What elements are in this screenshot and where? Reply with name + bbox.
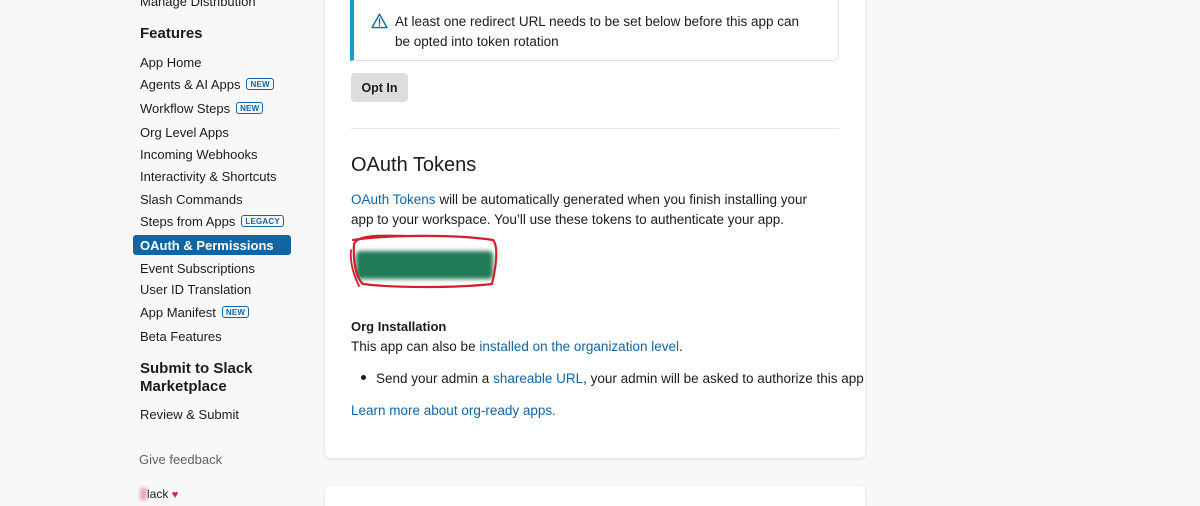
sidebar-item-label: App Home: [140, 54, 202, 70]
sidebar-item-label: OAuth & Permissions: [140, 237, 274, 253]
list-item: Send your admin a shareable URL, your ad…: [361, 370, 864, 388]
sidebar-item-review-submit[interactable]: Review & Submit: [133, 404, 291, 424]
bullet-icon: [361, 375, 366, 380]
shareable-url-link[interactable]: shareable URL: [493, 371, 583, 386]
oauth-tokens-link[interactable]: OAuth Tokens: [351, 192, 436, 207]
heart-icon: ♥: [171, 489, 179, 501]
sidebar-item-incoming-webhooks[interactable]: Incoming Webhooks: [133, 144, 291, 164]
org-installation-title: Org Installation: [351, 319, 447, 334]
sidebar-item-app-manifest[interactable]: App Manifest NEW: [133, 302, 291, 322]
sidebar-item-label: Org Level Apps: [140, 124, 229, 140]
sidebar-item-label: Beta Features: [140, 328, 222, 344]
give-feedback-link[interactable]: Give feedback: [139, 452, 222, 467]
sidebar-item-label: App Manifest: [140, 304, 216, 320]
learn-more-link[interactable]: Learn more about org-ready apps.: [351, 402, 556, 420]
red-annotation-scribble: [349, 234, 498, 289]
sidebar-item-beta-features[interactable]: Beta Features: [133, 326, 291, 346]
sidebar-item-label: Event Subscriptions: [140, 260, 255, 276]
org-installation-description: This app can also be installed on the or…: [351, 338, 683, 356]
sidebar-item-org-level-apps[interactable]: Org Level Apps: [133, 122, 291, 142]
new-badge: NEW: [221, 306, 250, 318]
sidebar-item-label: Interactivity & Shortcuts: [140, 168, 277, 184]
sidebar-item-workflow-steps[interactable]: Workflow Steps NEW: [133, 98, 291, 118]
slack-footer-text: lack: [147, 487, 169, 501]
alert-text: At least one redirect URL needs to be se…: [395, 14, 799, 49]
sidebar-item-label: Slash Commands: [140, 191, 243, 207]
sidebar-item-user-id-translation[interactable]: User ID Translation: [133, 279, 291, 299]
org-desc-text: This app can also be: [351, 339, 480, 354]
new-badge: NEW: [236, 102, 264, 114]
section-divider: [351, 128, 839, 129]
sidebar-item-manage-distribution[interactable]: Manage Distribution: [140, 0, 256, 9]
oauth-tokens-description: OAuth Tokens will be automatically gener…: [351, 190, 831, 230]
sidebar-item-app-home[interactable]: App Home: [133, 52, 291, 72]
sidebar-item-label: Workflow Steps: [140, 100, 231, 116]
sidebar-item-label: Incoming Webhooks: [140, 146, 258, 162]
org-desc-text-end: .: [678, 339, 683, 354]
sidebar: Manage Distribution Features App Home Ag…: [0, 0, 310, 506]
sidebar-item-oauth-permissions[interactable]: OAuth & Permissions: [133, 235, 291, 255]
bullet-text-end: , your admin will be asked to authorize …: [583, 371, 864, 386]
sidebar-item-label: Steps from Apps: [140, 213, 236, 229]
new-badge: NEW: [246, 78, 274, 90]
info-alert: At least one redirect URL needs to be se…: [350, 0, 839, 61]
sidebar-item-slash-commands[interactable]: Slash Commands: [133, 189, 291, 209]
sidebar-item-label: User ID Translation: [140, 281, 252, 297]
opt-in-button[interactable]: Opt In: [351, 73, 408, 102]
next-card: [325, 486, 865, 506]
redacted-mark: [140, 488, 147, 500]
sidebar-item-label: Review & Submit: [140, 406, 239, 422]
legacy-badge: LEGACY: [241, 215, 284, 227]
sidebar-item-label: Agents & AI Apps: [140, 76, 241, 92]
bullet-text: Send your admin a: [376, 371, 494, 386]
sidebar-item-interactivity-shortcuts[interactable]: Interactivity & Shortcuts: [133, 166, 291, 186]
oauth-tokens-title: OAuth Tokens: [351, 154, 477, 176]
sidebar-item-steps-from-apps[interactable]: Steps from Apps LEGACY: [133, 211, 291, 231]
sidebar-item-event-subscriptions[interactable]: Event Subscriptions: [133, 258, 291, 278]
slack-footer: lack ♥: [140, 487, 178, 501]
sidebar-item-agents-ai-apps[interactable]: Agents & AI Apps NEW: [133, 74, 291, 94]
org-level-link[interactable]: installed on the organization level: [479, 339, 679, 354]
warning-icon: [371, 13, 388, 29]
sidebar-heading-features: Features: [140, 25, 203, 42]
sidebar-heading-submit: Submit to Slack Marketplace: [140, 360, 253, 395]
